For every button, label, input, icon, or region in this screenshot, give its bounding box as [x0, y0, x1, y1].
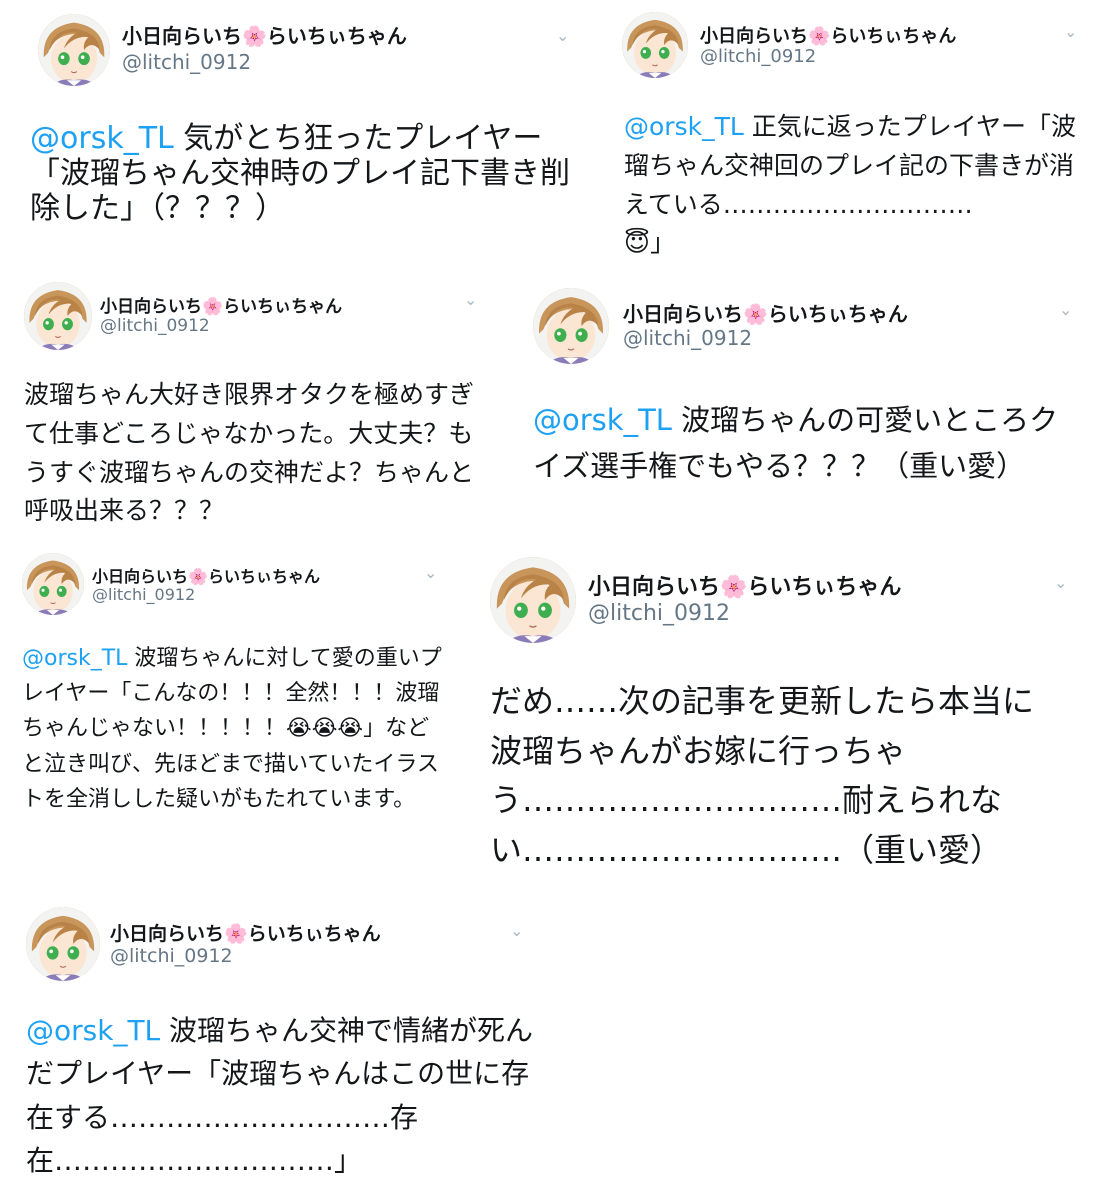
display-name[interactable]: 小日向らいち🌸らいちぃちゃん	[623, 298, 908, 327]
tweet-text: @orsk_TL 波瑠ちゃんに対して愛の重いプレイヤー「こんなの！！！全然！！！…	[22, 646, 442, 812]
tweet-card[interactable]: 小日向らいち🌸らいちぃちゃん @litchi_0912 ⌄ @orsk_TL 波…	[0, 545, 470, 895]
mention-link[interactable]: @orsk_TL	[30, 121, 174, 156]
mention-link[interactable]: @orsk_TL	[624, 112, 744, 141]
display-name[interactable]: 小日向らいち🌸らいちぃちゃん	[700, 22, 956, 48]
tweet-card[interactable]: 小日向らいち🌸らいちぃちゃん @litchi_0912 ⌄ だめ……次の記事を更…	[470, 545, 1102, 895]
flower-emoji: 🌸	[743, 302, 768, 326]
flower-emoji: 🌸	[202, 297, 224, 317]
avatar[interactable]	[622, 12, 688, 78]
avatar[interactable]	[533, 288, 609, 364]
chevron-down-icon[interactable]: ⌄	[510, 923, 523, 939]
chevron-down-icon[interactable]: ⌄	[1059, 302, 1072, 318]
chevron-down-icon[interactable]: ⌄	[424, 565, 437, 581]
mention-link[interactable]: @orsk_TL	[22, 646, 127, 671]
flower-emoji: 🌸	[224, 923, 248, 945]
tweet-text: 波瑠ちゃん大好き限界オタクを極めすぎて仕事どころじゃなかった。大丈夫？もうすぐ波…	[24, 380, 475, 526]
flower-emoji: 🌸	[808, 26, 831, 47]
avatar[interactable]	[22, 553, 84, 615]
chevron-down-icon[interactable]: ⌄	[556, 28, 569, 44]
display-name[interactable]: 小日向らいち🌸らいちぃちゃん	[122, 20, 407, 49]
tweet-text: @orsk_TL 波瑠ちゃん交神で情緒が死んだプレイヤー「波瑠ちゃんはこの世に存…	[26, 1014, 534, 1178]
angel-emoji: 😇	[624, 228, 651, 258]
avatar[interactable]	[38, 14, 110, 86]
tweet-card[interactable]: 小日向らいち🌸らいちぃちゃん @litchi_0912 ⌄ 波瑠ちゃん大好き限界…	[0, 270, 505, 545]
flower-emoji: 🌸	[720, 575, 748, 600]
display-name[interactable]: 小日向らいち🌸らいちぃちゃん	[588, 569, 901, 601]
user-handle[interactable]: @litchi_0912	[122, 50, 251, 74]
display-name[interactable]: 小日向らいち🌸らいちぃちゃん	[110, 919, 381, 946]
flower-emoji: 🌸	[188, 567, 208, 586]
tweet-card[interactable]: 小日向らいち🌸らいちぃちゃん @litchi_0912 ⌄ @orsk_TL 波…	[0, 895, 560, 1200]
tweet-card[interactable]: 小日向らいち🌸らいちぃちゃん @litchi_0912 ⌄ @orsk_TL 正…	[600, 0, 1102, 270]
display-name[interactable]: 小日向らいち🌸らいちぃちゃん	[92, 563, 320, 587]
tweet-text: @orsk_TL 波瑠ちゃんの可愛いところクイズ選手権でもやる？？？（重い愛）	[533, 403, 1059, 483]
mention-link[interactable]: @orsk_TL	[26, 1014, 160, 1047]
tweet-text: @orsk_TL 正気に返ったプレイヤー「波瑠ちゃん交神回のプレイ記の下書きが消…	[624, 108, 1076, 263]
user-handle[interactable]: @litchi_0912	[110, 945, 233, 967]
chevron-down-icon[interactable]: ⌄	[464, 292, 477, 308]
tweet-text: @orsk_TL 気がとち狂ったプレイヤー「波瑠ちゃん交神時のプレイ記下書き削除…	[30, 121, 570, 226]
chevron-down-icon[interactable]: ⌄	[1054, 575, 1067, 591]
mention-link[interactable]: @orsk_TL	[533, 403, 672, 437]
chevron-down-icon[interactable]: ⌄	[1064, 24, 1077, 40]
user-handle[interactable]: @litchi_0912	[100, 316, 210, 336]
user-handle[interactable]: @litchi_0912	[588, 601, 730, 626]
user-handle[interactable]: @litchi_0912	[700, 46, 816, 67]
flower-emoji: 🌸	[242, 24, 267, 48]
user-handle[interactable]: @litchi_0912	[92, 585, 195, 604]
display-name[interactable]: 小日向らいち🌸らいちぃちゃん	[100, 292, 342, 317]
avatar[interactable]	[24, 282, 92, 350]
tweet-card[interactable]: 小日向らいち🌸らいちぃちゃん @litchi_0912 ⌄ @orsk_TL 気…	[0, 0, 590, 270]
tweet-text: だめ……次の記事を更新したら本当に波瑠ちゃんがお嫁に行っちゃう…………………………	[490, 682, 1035, 869]
tweet-card[interactable]: 小日向らいち🌸らいちぃちゃん @litchi_0912 ⌄ @orsk_TL 波…	[505, 270, 1102, 545]
user-handle[interactable]: @litchi_0912	[623, 326, 752, 350]
crying-emoji: 😭😭😭	[286, 716, 364, 742]
avatar[interactable]	[26, 907, 100, 981]
avatar[interactable]	[490, 557, 576, 643]
